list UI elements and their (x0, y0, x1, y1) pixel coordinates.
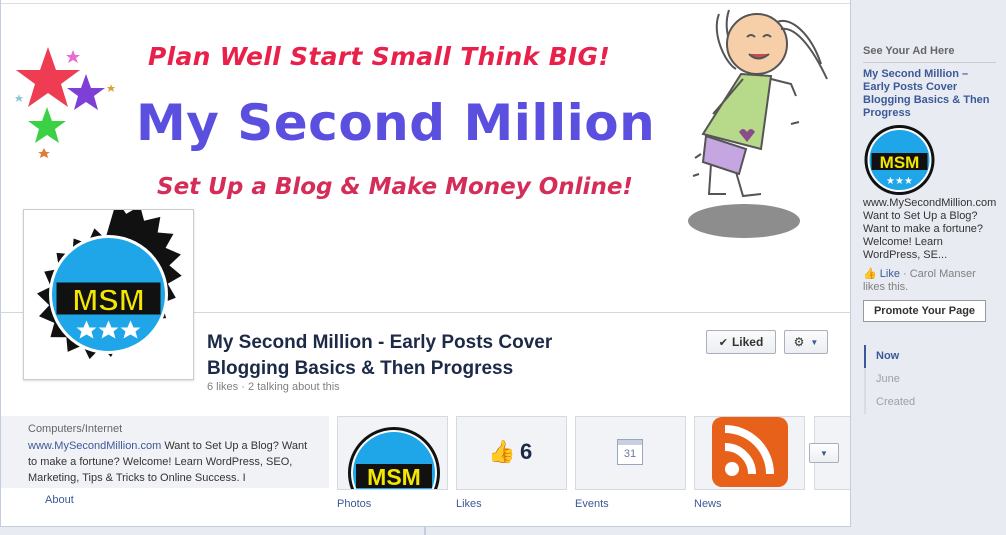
page-category: Computers/Internet (28, 423, 123, 435)
thumbnail-logo-text: MSM (367, 464, 421, 490)
ad-body-text: www.MySecondMillion.com Want to Set Up a… (863, 197, 997, 261)
about-description: www.MySecondMillion.com Want to Set Up a… (28, 438, 318, 486)
calendar-day: 31 (623, 448, 637, 460)
website-link[interactable]: www.MySecondMillion.com (28, 440, 161, 452)
page-main-column: Plan Well Start Small Think BIG! My Seco… (0, 0, 851, 527)
likes-tab[interactable]: Likes (456, 498, 482, 510)
timeline-nav-now[interactable]: Now (864, 345, 915, 368)
likes-tile[interactable]: 👍 6 (456, 416, 567, 490)
timeline-divider (424, 527, 426, 535)
about-link[interactable]: About (45, 494, 74, 506)
liked-button-label: Liked (731, 335, 764, 349)
logo-text: MSM (72, 283, 144, 318)
svg-text:★★★: ★★★ (886, 176, 913, 187)
stars-decoration (15, 47, 115, 158)
cover-brand-title: My Second Million (136, 94, 656, 152)
news-tab[interactable]: News (694, 498, 722, 510)
page-title: My Second Million - Early Posts Cover Bl… (207, 332, 553, 379)
msm-logo-badge: MSM (37, 199, 182, 360)
calendar-icon: 31 (617, 439, 643, 465)
checkmark-icon: ✔ (718, 336, 728, 349)
about-summary: Computers/Internet www.MySecondMillion.c… (1, 416, 329, 488)
cover-subtagline: Set Up a Blog & Make Money Online! (157, 174, 633, 200)
rss-icon (712, 417, 788, 487)
likes-count: 6 (520, 439, 533, 464)
events-tab[interactable]: Events (575, 498, 609, 510)
msm-logo-thumbnail: MSM ★★★ (348, 427, 440, 490)
events-tile[interactable]: 31 (575, 416, 686, 490)
more-apps-button[interactable]: ▼ (809, 443, 839, 463)
ad-divider (863, 62, 996, 63)
timeline-nav-created[interactable]: Created (864, 391, 915, 414)
page-settings-button[interactable]: ⚙ ▼ (784, 330, 828, 354)
ad-like-link[interactable]: Like (880, 268, 900, 280)
timeline-nav-june[interactable]: June (864, 368, 915, 391)
gear-icon: ⚙ (793, 335, 805, 349)
ad-header: See Your Ad Here (863, 45, 955, 57)
chevron-down-icon: ▼ (820, 448, 828, 458)
right-sidebar: See Your Ad Here My Second Million – Ear… (852, 0, 1006, 535)
page-stats: 6 likes · 2 talking about this (207, 381, 340, 393)
promote-page-button[interactable]: Promote Your Page (863, 300, 986, 322)
ad-logo-text: MSM (880, 153, 920, 172)
chevron-down-icon: ▼ (810, 337, 819, 347)
thumbs-up-icon: 👍 (863, 268, 880, 280)
ad-like-row: 👍 Like · Carol Manser likes this. (863, 268, 993, 294)
ad-image[interactable]: MSM ★★★ (863, 124, 936, 196)
liked-button[interactable]: ✔ Liked (706, 330, 776, 354)
thumbs-up-icon: 👍 (488, 439, 516, 464)
photos-tab[interactable]: Photos (337, 498, 371, 510)
timeline-nav: Now June Created (864, 345, 915, 414)
cover-tagline: Plan Well Start Small Think BIG! (148, 42, 611, 71)
profile-picture[interactable]: MSM (23, 199, 194, 380)
photos-tile[interactable]: MSM ★★★ (337, 416, 448, 490)
news-tile[interactable] (694, 416, 805, 490)
jumping-girl-illustration (688, 9, 828, 238)
ad-title-link[interactable]: My Second Million – Early Posts Cover Bl… (863, 68, 993, 120)
